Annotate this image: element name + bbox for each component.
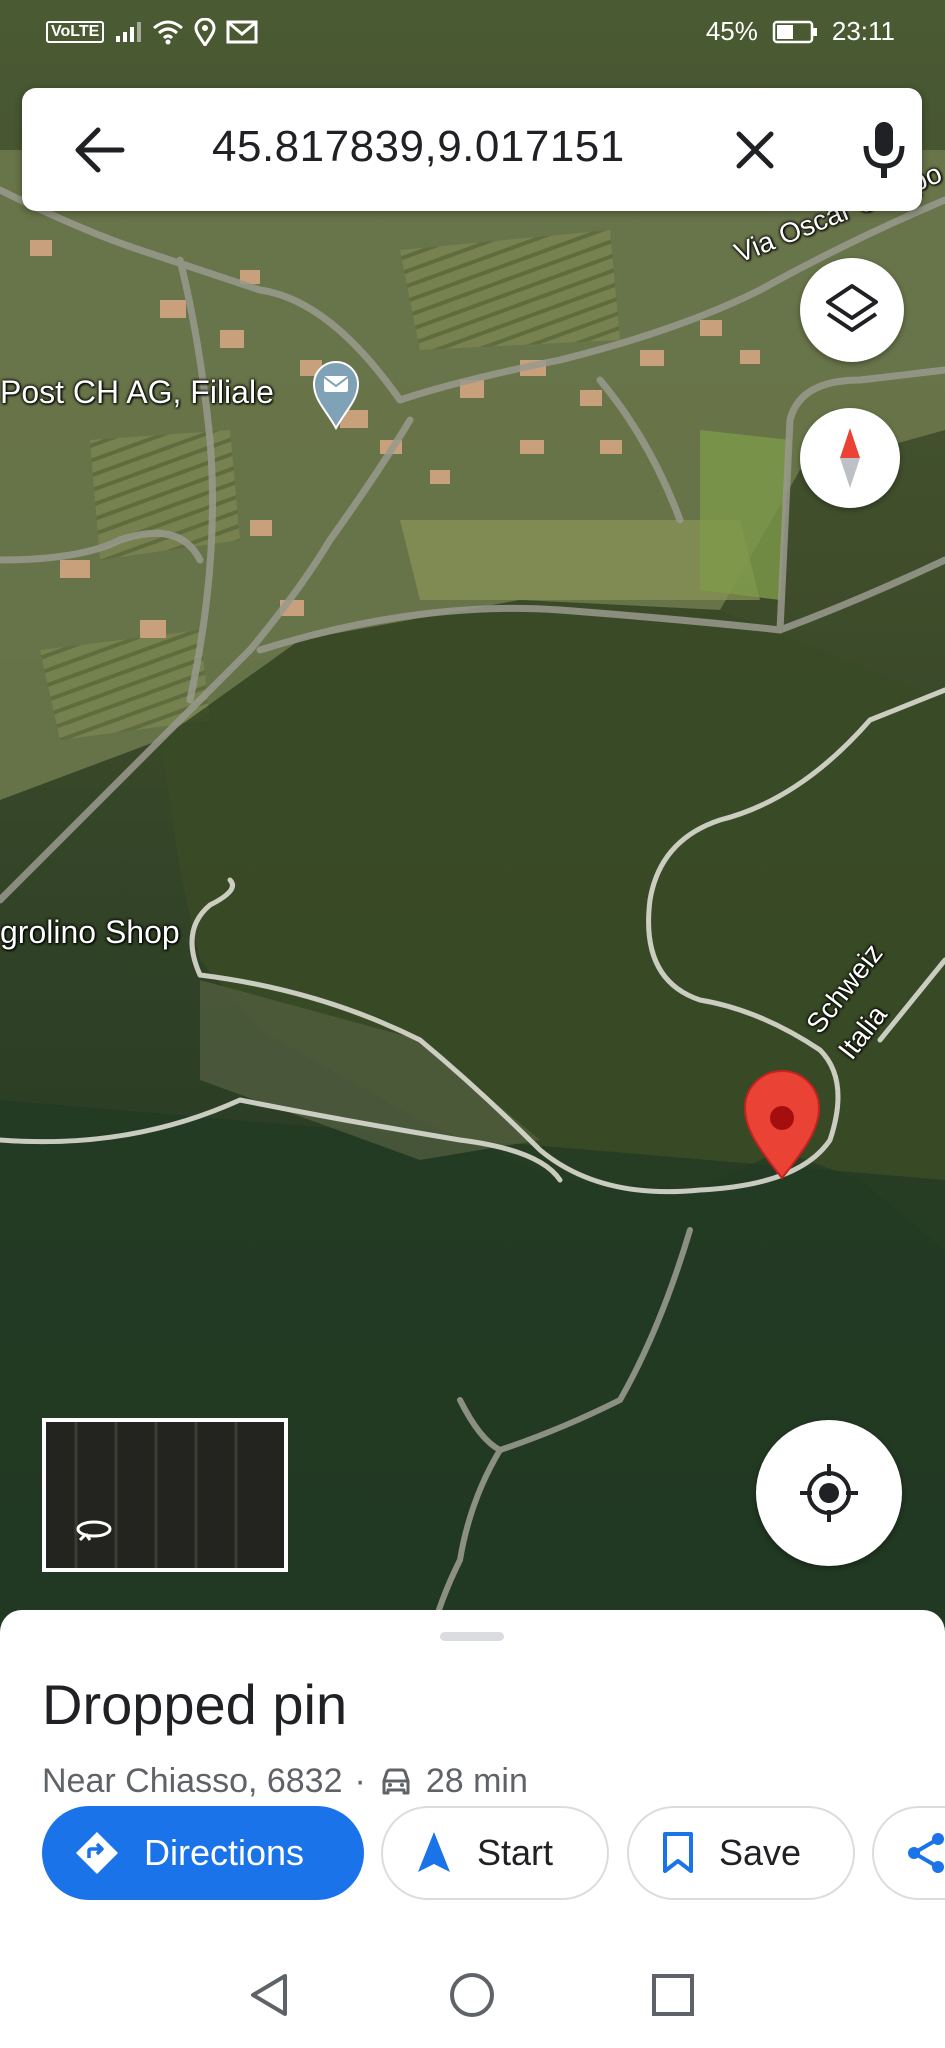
sheet-drag-handle[interactable] (440, 1632, 504, 1641)
place-address: Near Chiasso, 6832 (42, 1762, 343, 1800)
layers-button[interactable] (800, 258, 904, 362)
street-view-thumbnail[interactable] (42, 1418, 288, 1572)
volte-icon: VoLTE (46, 21, 105, 43)
compass-icon (840, 428, 860, 488)
microphone-icon[interactable] (856, 118, 912, 182)
drive-time: 28 min (425, 1762, 528, 1800)
wifi-icon (153, 20, 184, 45)
search-bar[interactable]: 45.817839,9.017151 (22, 88, 922, 211)
start-label: Start (477, 1832, 554, 1873)
start-button[interactable]: Start (381, 1806, 609, 1900)
close-icon[interactable] (727, 122, 783, 178)
battery-icon (772, 20, 817, 43)
subtitle-separator: · (354, 1762, 366, 1800)
directions-label: Directions (144, 1832, 305, 1873)
map-label-poi[interactable]: Post CH AG, Filiale (0, 374, 274, 411)
directions-button[interactable]: Directions (42, 1806, 364, 1900)
navigation-arrow-icon (418, 1832, 450, 1872)
map-label-shop[interactable]: grolino Shop (0, 914, 180, 951)
clock-time: 23:11 (831, 16, 895, 46)
save-button[interactable]: Save (627, 1806, 855, 1900)
compass-button[interactable] (800, 408, 900, 508)
my-location-button[interactable] (756, 1420, 902, 1566)
gmail-icon (226, 20, 258, 44)
save-label: Save (719, 1832, 802, 1873)
nav-back-icon[interactable] (245, 1970, 295, 2020)
search-query[interactable]: 45.817839,9.017151 (212, 122, 625, 172)
bookmark-icon (663, 1832, 693, 1873)
car-icon (382, 1768, 410, 1794)
directions-icon (76, 1832, 118, 1874)
nav-recents-icon[interactable] (648, 1970, 698, 2020)
share-button[interactable] (872, 1806, 945, 1900)
layers-icon (826, 284, 878, 332)
battery-percent: 45% (705, 16, 758, 46)
my-location-icon (800, 1464, 858, 1522)
place-title: Dropped pin (42, 1673, 348, 1736)
satellite-map[interactable] (0, 0, 945, 1640)
share-icon (908, 1833, 944, 1873)
signal-icon (116, 22, 142, 42)
system-nav-bar (0, 1940, 945, 2048)
status-bar: VoLTE 45% 23:11 (0, 0, 945, 70)
location-icon (194, 18, 216, 46)
arrow-left-icon[interactable] (70, 122, 130, 178)
nav-home-icon[interactable] (447, 1970, 497, 2020)
place-subtitle: Near Chiasso, 6832 · 28 min (42, 1762, 528, 1801)
